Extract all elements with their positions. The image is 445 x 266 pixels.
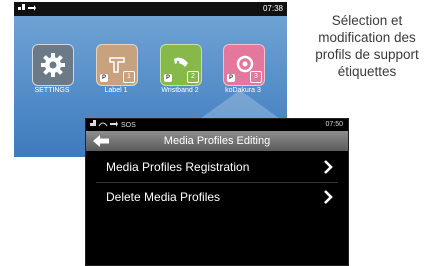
app-number-badge: 3 xyxy=(250,71,262,83)
caption-line: modification des xyxy=(318,30,416,45)
printer-badge-icon: P xyxy=(164,74,172,82)
caption-line: profils de support xyxy=(315,47,419,62)
app-label-kodakura: koDakura 3 xyxy=(225,87,261,94)
media-profiles-screen: SOS 07:50 Media Profiles Editing Media P… xyxy=(85,118,349,266)
app-label-label: Label 1 xyxy=(104,87,128,94)
page-title: Media Profiles Editing xyxy=(163,135,271,147)
caption-line: Sélection et xyxy=(331,13,403,28)
app-label-settings: SETTINGS xyxy=(34,87,70,94)
printer-badge-icon: P xyxy=(227,74,235,82)
settings-app-button[interactable] xyxy=(32,44,74,86)
sos-status: SOS xyxy=(120,122,136,129)
menu-item-delete[interactable]: Delete Media Profiles xyxy=(86,183,348,211)
back-button[interactable] xyxy=(91,133,111,149)
menu-item-registration[interactable]: Media Profiles Registration xyxy=(86,153,348,181)
status-bar: 07:38 xyxy=(14,2,287,16)
status-bar: SOS 07:50 xyxy=(86,119,348,130)
app-number-badge: 1 xyxy=(123,71,135,83)
status-time: 07:38 xyxy=(262,4,283,13)
menu-item-label: Delete Media Profiles xyxy=(106,190,221,204)
printer-badge-icon: P xyxy=(100,74,108,82)
network-icon xyxy=(17,2,37,17)
app-label-wristband: Wristband 2 xyxy=(161,87,199,94)
screen-header: Media Profiles Editing xyxy=(86,131,348,151)
chevron-right-icon xyxy=(324,190,333,204)
chevron-right-icon xyxy=(324,160,333,174)
app-number-badge: 2 xyxy=(187,71,199,83)
caption: Sélection et modification des profils de… xyxy=(292,12,442,80)
back-arrow-icon xyxy=(93,135,109,147)
network-icon xyxy=(90,120,118,127)
kodakura-app-button[interactable]: P 3 xyxy=(223,44,265,86)
menu-item-label: Media Profiles Registration xyxy=(106,160,250,174)
status-time: 07:50 xyxy=(325,121,343,128)
label-app-button[interactable]: P 1 xyxy=(96,44,138,86)
wristband-app-button[interactable]: P 2 xyxy=(160,44,202,86)
gear-icon xyxy=(41,53,65,77)
caption-line: étiquettes xyxy=(337,64,397,79)
